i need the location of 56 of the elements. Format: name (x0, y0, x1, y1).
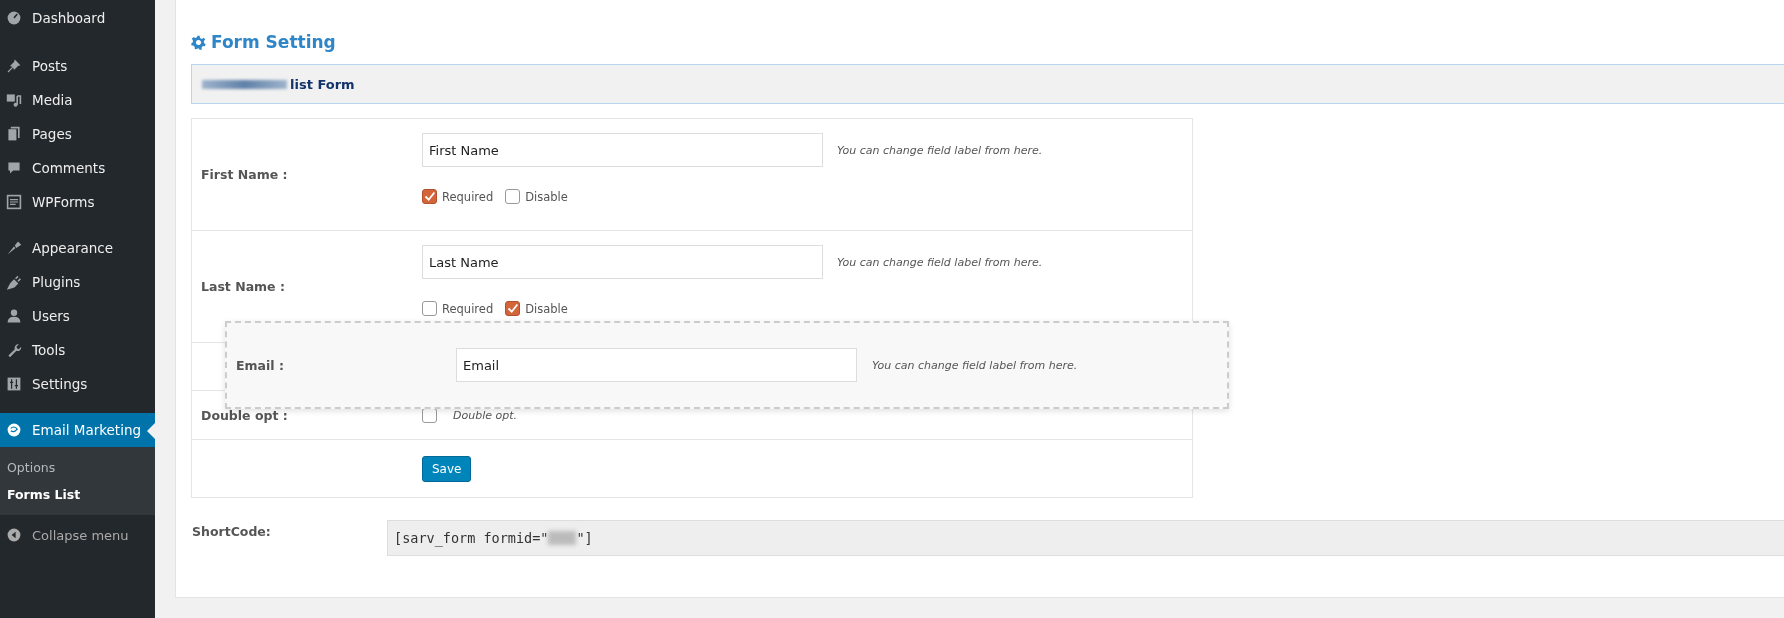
menu-item[interactable]: Email Marketing (0, 413, 155, 447)
field-label: First Name : (200, 166, 289, 184)
hint-text: You can change field label from here. (872, 358, 1078, 372)
checkbox[interactable] (422, 189, 437, 204)
wrench-icon (6, 342, 22, 358)
checkbox-label: Disable (525, 301, 568, 316)
checkbox[interactable] (505, 189, 521, 204)
checkbox[interactable] (422, 407, 437, 423)
hint-text: You can change field label from here. (837, 255, 1043, 269)
menu-item[interactable]: Comments (0, 151, 155, 185)
checkbox-label: Required (442, 189, 494, 204)
input-field[interactable]: First Name (422, 133, 823, 167)
pin-icon (6, 58, 22, 74)
dragged-field-row[interactable]: Email : Email You can change field label from here. (225, 321, 1229, 409)
hint-text: You can change field label from here. (837, 143, 1043, 157)
sliders-icon (6, 376, 22, 392)
shortcode-text: [sarv_form formid=" (394, 530, 549, 546)
input-field[interactable]: Last Name (422, 245, 823, 279)
input-field[interactable]: Email (456, 348, 857, 382)
pages-icon (6, 126, 22, 142)
blurred-text (548, 531, 577, 545)
menu-item[interactable]: Dashboard (0, 0, 155, 36)
media-icon (6, 92, 22, 108)
checkbox[interactable] (505, 301, 521, 316)
dashboard-icon (6, 10, 22, 26)
save-button[interactable]: Save (422, 455, 472, 482)
gear-icon (191, 34, 206, 50)
menu-item[interactable]: Appearance (0, 231, 155, 265)
field-label: Double opt : (200, 406, 289, 425)
form-icon (6, 194, 22, 210)
checkbox-label: Required (442, 301, 494, 316)
form-title: list Form (290, 76, 355, 92)
submenu-item[interactable]: Forms List (0, 481, 155, 508)
plug-icon (6, 274, 22, 290)
user-icon (6, 308, 22, 324)
checkbox-label: Disable (525, 189, 568, 204)
submenu-item[interactable]: Options (0, 454, 155, 481)
menu-item[interactable]: Posts (0, 49, 155, 83)
menu-item[interactable]: Pages (0, 117, 155, 151)
page-heading: Form Setting (211, 32, 336, 52)
shortcode-label: ShortCode: (191, 523, 272, 539)
brush-icon (6, 240, 22, 256)
collapse-menu-button[interactable]: Collapse menu (0, 515, 155, 555)
menu-item[interactable]: Tools (0, 333, 155, 367)
menu-item[interactable]: Plugins (0, 265, 155, 299)
checkbox[interactable] (422, 301, 437, 316)
menu-item[interactable]: Users (0, 299, 155, 333)
comment-icon (6, 160, 22, 176)
field-label: Last Name : (200, 278, 286, 296)
collapse-icon (6, 527, 22, 543)
menu-item[interactable]: Media (0, 83, 155, 117)
field-label: Email : (235, 357, 285, 373)
menu-item[interactable]: WPForms (0, 185, 155, 219)
checkbox-label: Double opt. (453, 408, 517, 422)
shortcode-text: "] (576, 530, 593, 546)
menu-item[interactable]: Settings (0, 367, 155, 401)
